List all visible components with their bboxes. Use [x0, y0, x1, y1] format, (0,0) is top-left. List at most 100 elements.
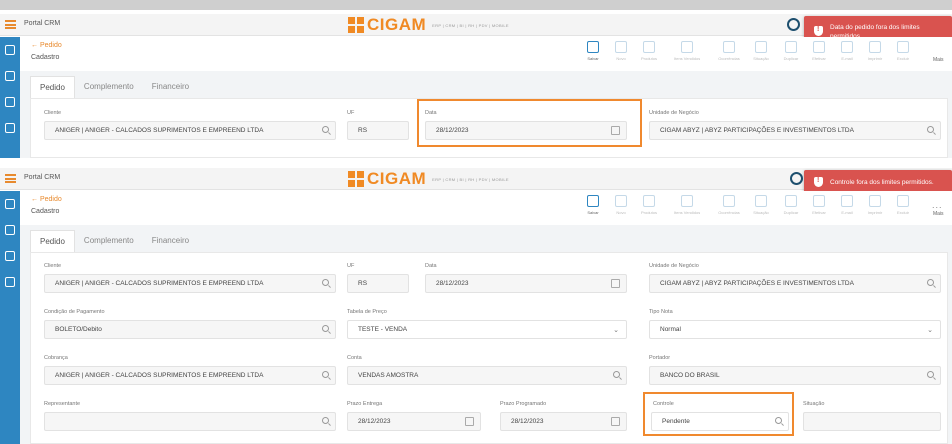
- logo-text: CIGAM: [367, 169, 427, 188]
- condicao-field[interactable]: BOLETO/Debito: [44, 320, 336, 339]
- toast-message-line: Controle fora dos limites permitidos.: [830, 179, 934, 186]
- toolbar-delete-button[interactable]: Excluir: [890, 40, 916, 66]
- prazo-entrega-field[interactable]: 28/12/2023: [347, 412, 481, 431]
- portal-title: Portal CRM: [24, 20, 61, 27]
- list-icon: [681, 195, 693, 207]
- prazo-programado-field[interactable]: 28/12/2023: [500, 412, 627, 431]
- search-icon[interactable]: [322, 371, 329, 378]
- toolbar-more-button[interactable]: Mais: [933, 211, 944, 217]
- toolbar-new-button[interactable]: Novo: [608, 40, 634, 66]
- menu-icon[interactable]: [5, 20, 16, 29]
- sidebar-bag-icon[interactable]: [5, 251, 15, 261]
- sidebar-report-icon[interactable]: [5, 123, 15, 133]
- toolbar-duplicate-button[interactable]: Duplicar: [778, 194, 804, 220]
- highlight-box: [417, 99, 642, 147]
- calendar-icon[interactable]: [611, 417, 620, 426]
- mail-icon: [841, 41, 853, 53]
- logo-subtitle: ERP | CRM | BI | RH | PDV | MOBILE: [432, 176, 509, 182]
- alert-icon: [723, 41, 735, 53]
- uf-field[interactable]: RS: [347, 274, 409, 293]
- file-icon: [615, 195, 627, 207]
- sidebar-bag-icon[interactable]: [5, 97, 15, 107]
- toolbar-save-button[interactable]: Salvar: [580, 40, 606, 66]
- cliente-label: Cliente: [44, 263, 62, 269]
- uf-field[interactable]: RS: [347, 121, 409, 140]
- sidebar-report-icon[interactable]: [5, 277, 15, 287]
- toolbar-confirm-button[interactable]: Efetivar: [806, 194, 832, 220]
- search-icon[interactable]: [322, 126, 329, 133]
- tabela-select[interactable]: TESTE - VENDA ⌄: [347, 320, 627, 339]
- cliente-field[interactable]: ANIGER | ANIGER - CALCADOS SUPRIMENTOS E…: [44, 121, 336, 140]
- toolbar-sold-items-button[interactable]: Itens Vendidos: [674, 194, 700, 220]
- search-icon[interactable]: [927, 126, 934, 133]
- cobranca-label: Cobrança: [44, 355, 68, 361]
- calendar-icon[interactable]: [611, 279, 620, 288]
- tab-complemento[interactable]: Complemento: [75, 76, 143, 98]
- global-search-icon[interactable]: [787, 18, 800, 31]
- portal-title: Portal CRM: [24, 174, 61, 181]
- print-icon: [869, 195, 881, 207]
- chevron-down-icon[interactable]: ⌄: [927, 326, 933, 334]
- logo-text: CIGAM: [367, 15, 427, 34]
- unidade-field[interactable]: CIGAM ABYZ | ABYZ PARTICIPAÇÕES E INVEST…: [649, 274, 941, 293]
- back-link[interactable]: ← Pedido: [31, 196, 62, 203]
- trash-icon: [897, 41, 909, 53]
- shield-alert-icon: [814, 177, 823, 187]
- toolbar-status-button[interactable]: Situação: [748, 40, 774, 66]
- tab-financeiro[interactable]: Financeiro: [143, 230, 198, 252]
- data-field[interactable]: 28/12/2023: [425, 274, 627, 293]
- cobranca-field[interactable]: ANIGER | ANIGER - CALCADOS SUPRIMENTOS E…: [44, 366, 336, 385]
- search-icon[interactable]: [322, 417, 329, 424]
- search-icon[interactable]: [322, 279, 329, 286]
- menu-icon[interactable]: [5, 174, 16, 183]
- cliente-field[interactable]: ANIGER | ANIGER - CALCADOS SUPRIMENTOS E…: [44, 274, 336, 293]
- toolbar-delete-button[interactable]: Excluir: [890, 194, 916, 220]
- file-icon: [615, 41, 627, 53]
- search-icon[interactable]: [322, 325, 329, 332]
- tab-financeiro[interactable]: Financeiro: [143, 76, 198, 98]
- search-icon[interactable]: [927, 279, 934, 286]
- toolbar-occurrences-button[interactable]: Ocorrências: [716, 194, 742, 220]
- sidebar-money-icon[interactable]: [5, 71, 15, 81]
- representante-field[interactable]: [44, 412, 336, 431]
- toolbar-sold-items-button[interactable]: Itens Vendidos: [674, 40, 700, 66]
- toolbar-save-button[interactable]: Salvar: [580, 194, 606, 220]
- sidebar-money-icon[interactable]: [5, 225, 15, 235]
- chevron-down-icon[interactable]: ⌄: [613, 326, 619, 334]
- situacao-field[interactable]: [803, 412, 941, 431]
- toolbar-duplicate-button[interactable]: Duplicar: [778, 40, 804, 66]
- toolbar-print-button[interactable]: Imprimir: [862, 194, 888, 220]
- toolbar-status-button[interactable]: Situação: [748, 194, 774, 220]
- sidebar: [0, 37, 20, 158]
- unidade-field[interactable]: CIGAM ABYZ | ABYZ PARTICIPAÇÕES E INVEST…: [649, 121, 941, 140]
- toolbar-email-button[interactable]: E-mail: [834, 194, 860, 220]
- toolbar-products-button[interactable]: Produtos: [636, 40, 662, 66]
- toolbar-print-button[interactable]: Imprimir: [862, 40, 888, 66]
- global-search-icon[interactable]: [790, 172, 803, 185]
- situacao-label: Situação: [803, 401, 825, 407]
- screen-1: Portal CRM CIGAM ERP | CRM | BI | RH | P…: [0, 10, 952, 158]
- back-link[interactable]: ← Pedido: [31, 42, 62, 49]
- tipo-nota-select[interactable]: Normal ⌄: [649, 320, 941, 339]
- tab-complemento[interactable]: Complemento: [75, 230, 143, 252]
- search-icon[interactable]: [613, 371, 620, 378]
- portador-field[interactable]: BANCO DO BRASIL: [649, 366, 941, 385]
- conta-field[interactable]: VENDAS AMOSTRA: [347, 366, 627, 385]
- toolbar-email-button[interactable]: E-mail: [834, 40, 860, 66]
- sidebar-contacts-icon[interactable]: [5, 45, 15, 55]
- logo-icon: [348, 171, 364, 187]
- more-dots-icon[interactable]: ...: [932, 200, 943, 210]
- tab-pedido[interactable]: Pedido: [30, 76, 75, 98]
- check-icon: [813, 195, 825, 207]
- unidade-label: Unidade de Negócio: [649, 110, 699, 116]
- sidebar-contacts-icon[interactable]: [5, 199, 15, 209]
- tab-pedido[interactable]: Pedido: [30, 230, 75, 252]
- search-icon[interactable]: [927, 371, 934, 378]
- portador-label: Portador: [649, 355, 671, 361]
- toolbar-occurrences-button[interactable]: Ocorrências: [716, 40, 742, 66]
- toolbar-new-button[interactable]: Novo: [608, 194, 634, 220]
- calendar-icon[interactable]: [465, 417, 474, 426]
- toolbar-confirm-button[interactable]: Efetivar: [806, 40, 832, 66]
- toolbar-products-button[interactable]: Produtos: [636, 194, 662, 220]
- toolbar-more-button[interactable]: Mais: [933, 57, 944, 63]
